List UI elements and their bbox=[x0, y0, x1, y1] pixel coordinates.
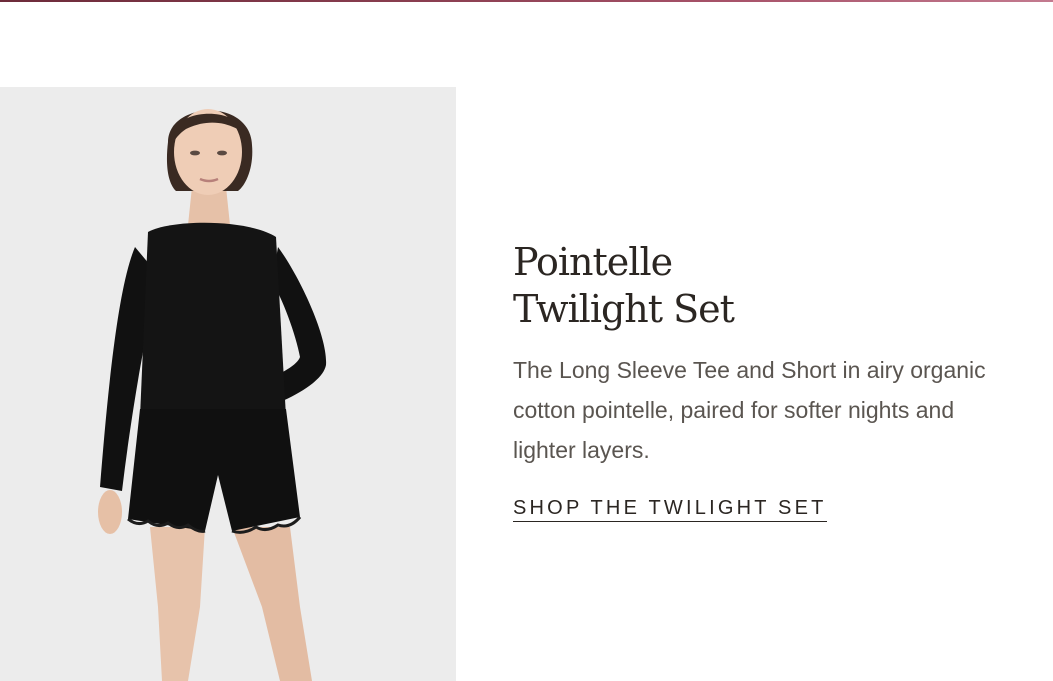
feature-copy: Pointelle Twilight Set The Long Sleeve T… bbox=[513, 239, 1013, 522]
feature-title-line-1: Pointelle bbox=[513, 240, 673, 284]
feature-description: The Long Sleeve Tee and Short in airy or… bbox=[513, 357, 986, 463]
feature-title-line-2: Twilight Set bbox=[513, 287, 735, 331]
feature-title: Pointelle Twilight Set bbox=[513, 239, 1013, 333]
product-photo[interactable] bbox=[0, 87, 456, 681]
model-illustration bbox=[0, 87, 456, 681]
top-accent-strip bbox=[0, 0, 1053, 2]
product-feature-banner: Pointelle Twilight Set The Long Sleeve T… bbox=[0, 87, 1053, 681]
shop-twilight-set-link[interactable]: SHOP THE TWILIGHT SET bbox=[513, 497, 827, 522]
